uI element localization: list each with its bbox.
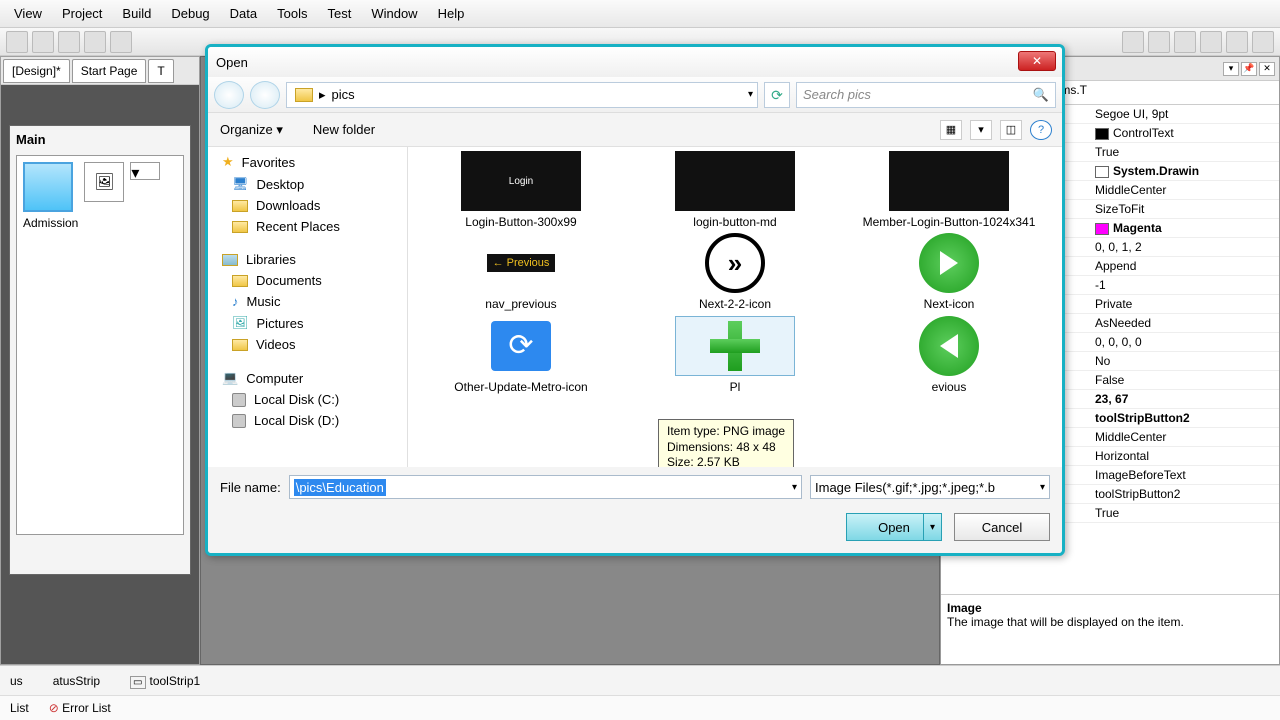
view-dropdown[interactable]: ▾	[970, 120, 992, 140]
designer-panel: [Design]* Start Page T Main Admission 🖼 …	[0, 56, 200, 665]
status-error-list[interactable]: ⊘ Error List	[49, 701, 111, 715]
open-split-dropdown[interactable]: ▾	[923, 514, 941, 540]
file-item[interactable]: Next-icon	[846, 233, 1052, 311]
status-list[interactable]: List	[10, 701, 29, 715]
file-item[interactable]: » Next-2-2-icon	[632, 233, 838, 311]
designer-dropdown[interactable]: ▾	[130, 162, 160, 180]
file-item[interactable]: Pl	[632, 316, 838, 394]
search-icon: 🔍	[1033, 87, 1049, 103]
toolbar-button[interactable]	[1174, 31, 1196, 53]
nav-computer[interactable]: 💻 Computer	[208, 367, 407, 389]
form-surface[interactable]: Main Admission 🖼 ▾	[9, 125, 191, 575]
dialog-toolbar: Organize ▾ New folder ▦ ▾ ◫ ?	[208, 113, 1062, 147]
refresh-button[interactable]: ⟳	[764, 82, 790, 108]
avatar-icon	[23, 162, 73, 212]
toolbar-button[interactable]	[1148, 31, 1170, 53]
prop-pin-icon[interactable]: 📌	[1241, 62, 1257, 76]
nav-music[interactable]: ♪ Music	[208, 291, 407, 312]
nav-disk-c[interactable]: Local Disk (C:)	[208, 389, 407, 410]
file-list-pane[interactable]: Login Login-Button-300x99 login-button-m…	[408, 147, 1062, 467]
cancel-button[interactable]: Cancel	[954, 513, 1050, 541]
toolbar-button[interactable]	[32, 31, 54, 53]
nav-recent[interactable]: Recent Places	[208, 216, 407, 237]
nav-favorites[interactable]: ★ Favorites	[208, 151, 407, 173]
status-bar: List ⊘ Error List	[0, 695, 1280, 720]
dialog-footer: File name: \pics\Education ▾ Image Files…	[208, 467, 1062, 507]
tab-t[interactable]: T	[148, 59, 173, 83]
file-name-input[interactable]: \pics\Education ▾	[289, 475, 802, 499]
tray-item-toolstrip[interactable]: ▭toolStrip1	[130, 674, 200, 688]
designer-canvas: Main Admission 🖼 ▾	[1, 85, 199, 664]
nav-disk-d[interactable]: Local Disk (D:)	[208, 410, 407, 431]
toolbar-button[interactable]	[110, 31, 132, 53]
menu-view[interactable]: View	[4, 2, 52, 25]
file-name-label: File name:	[220, 480, 281, 495]
toolbar-button[interactable]	[1252, 31, 1274, 53]
breadcrumb[interactable]: ▸ pics ▾	[286, 82, 758, 108]
nav-pictures[interactable]: 🖼 Pictures	[208, 312, 407, 334]
navigation-pane[interactable]: ★ Favorites 🖥 Desktop Downloads Recent P…	[208, 147, 408, 467]
file-tooltip: Item type: PNG image Dimensions: 48 x 48…	[658, 419, 794, 467]
preview-pane-button[interactable]: ◫	[1000, 120, 1022, 140]
nav-libraries[interactable]: Libraries	[208, 249, 407, 270]
nav-desktop[interactable]: 🖥 Desktop	[208, 173, 407, 195]
toolbar-button[interactable]	[1122, 31, 1144, 53]
menu-project[interactable]: Project	[52, 2, 112, 25]
file-item[interactable]: ← Previous nav_previous	[418, 233, 624, 311]
organize-menu[interactable]: Organize ▾	[220, 122, 283, 138]
menu-window[interactable]: Window	[361, 2, 427, 25]
menu-build[interactable]: Build	[112, 2, 161, 25]
menu-help[interactable]: Help	[428, 2, 475, 25]
file-item[interactable]: Login Login-Button-300x99	[418, 151, 624, 229]
toolbar-button[interactable]	[1226, 31, 1248, 53]
open-button[interactable]: Open ▾	[846, 513, 942, 541]
tab-start-page[interactable]: Start Page	[72, 59, 147, 83]
tab-design[interactable]: [Design]*	[3, 59, 70, 83]
form-title: Main	[16, 132, 184, 147]
toolbar-button[interactable]	[1200, 31, 1222, 53]
dialog-nav-bar: ▸ pics ▾ ⟳ Search pics 🔍	[208, 77, 1062, 113]
nav-documents[interactable]: Documents	[208, 270, 407, 291]
toolstrip-thumb[interactable]: 🖼	[84, 162, 124, 202]
help-icon[interactable]: ?	[1030, 120, 1052, 140]
toolbar-button[interactable]	[58, 31, 80, 53]
tray-item[interactable]: us	[10, 674, 23, 688]
admission-label: Admission	[23, 216, 78, 230]
prop-pin-icon[interactable]: ▾	[1223, 62, 1239, 76]
nav-downloads[interactable]: Downloads	[208, 195, 407, 216]
search-input[interactable]: Search pics 🔍	[796, 82, 1056, 108]
file-item[interactable]: ⟳ Other-Update-Metro-icon	[418, 316, 624, 394]
dialog-title-text: Open	[216, 55, 248, 70]
document-tabs: [Design]* Start Page T	[1, 57, 199, 85]
toolbar-button[interactable]	[6, 31, 28, 53]
forward-button[interactable]	[250, 81, 280, 109]
nav-videos[interactable]: Videos	[208, 334, 407, 355]
component-tray: us atusStrip ▭toolStrip1	[0, 665, 1280, 695]
menu-bar: View Project Build Debug Data Tools Test…	[0, 0, 1280, 28]
tray-item-statusstrip[interactable]: atusStrip	[53, 674, 100, 688]
menu-debug[interactable]: Debug	[161, 2, 219, 25]
close-button[interactable]: ✕	[1018, 51, 1056, 71]
new-folder-button[interactable]: New folder	[313, 122, 375, 137]
dialog-titlebar: Open ✕	[208, 47, 1062, 77]
back-button[interactable]	[214, 81, 244, 109]
file-type-filter[interactable]: Image Files(*.gif;*.jpg;*.jpeg;*.b ▾	[810, 475, 1050, 499]
open-file-dialog: Open ✕ ▸ pics ▾ ⟳ Search pics 🔍 Organize…	[205, 44, 1065, 556]
file-item[interactable]: Member-Login-Button-1024x341	[846, 151, 1052, 229]
folder-icon	[295, 88, 313, 102]
menu-tools[interactable]: Tools	[267, 2, 317, 25]
menu-data[interactable]: Data	[220, 2, 267, 25]
file-item[interactable]: login-button-md	[632, 151, 838, 229]
file-item[interactable]: evious	[846, 316, 1052, 394]
toolbar-button[interactable]	[84, 31, 106, 53]
prop-close-icon[interactable]: ✕	[1259, 62, 1275, 76]
property-description: Image The image that will be displayed o…	[941, 594, 1279, 664]
menu-test[interactable]: Test	[317, 2, 361, 25]
view-mode-button[interactable]: ▦	[940, 120, 962, 140]
